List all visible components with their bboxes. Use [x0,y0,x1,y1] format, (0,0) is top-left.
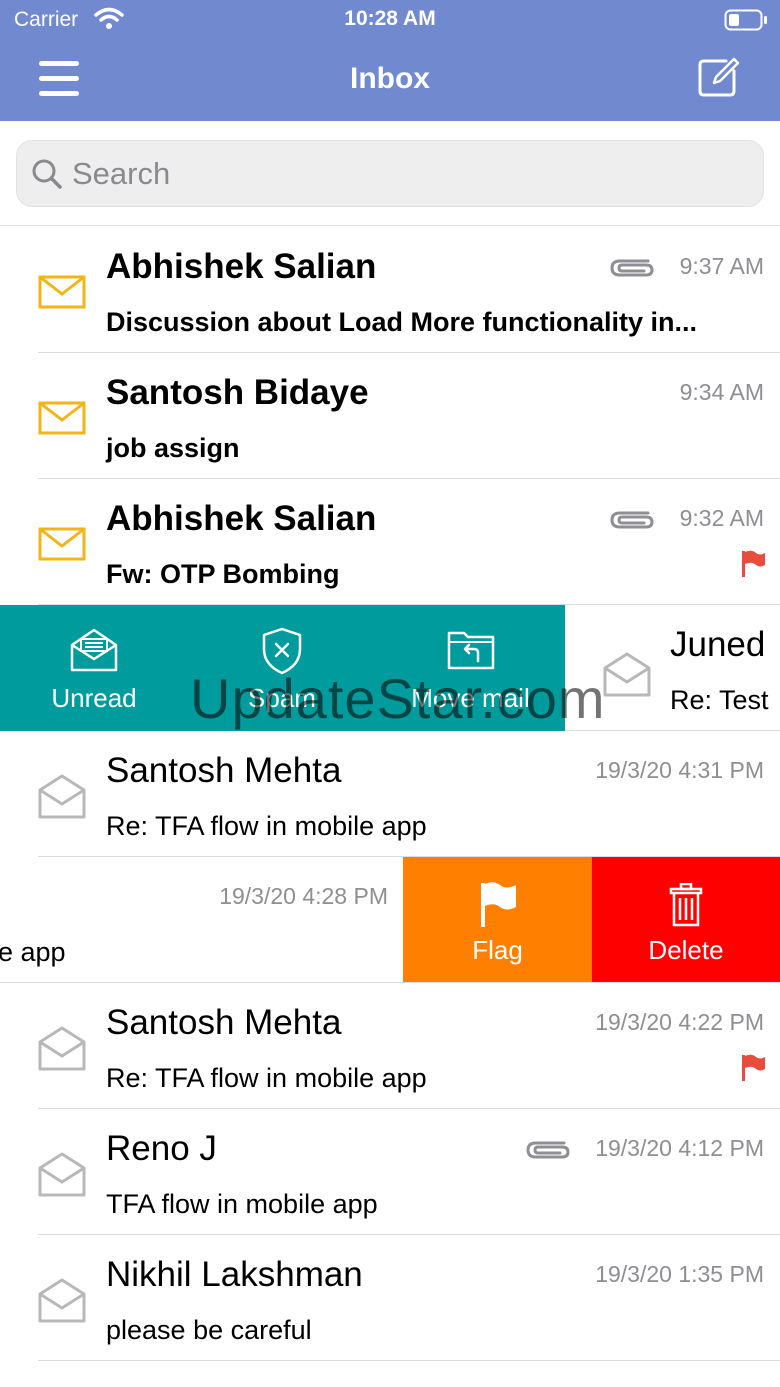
email-row[interactable]: Santosh Mehta Re: TFA flow in mobile app… [0,983,780,1109]
email-row[interactable]: Reno J TFA flow in mobile app 19/3/20 4:… [0,1109,780,1235]
search-input[interactable] [72,151,732,197]
email-subject: Re: TFA flow in mobile app [106,811,427,841]
email-subject: Re: TFA flow in mobile app [106,1063,427,1093]
email-time: 9:34 AM [679,379,764,405]
email-sender: Santosh Mehta [106,751,342,790]
email-time: 19/3/20 1:35 PM [595,1261,764,1287]
email-row[interactable]: Nikhil Lakshman please be careful 19/3/2… [0,1235,780,1361]
email-sender: Reno J [106,1129,217,1168]
unread-envelope-icon [38,401,86,435]
email-subject: job assign [106,433,240,463]
page-title: Inbox [350,62,430,95]
email-sender: Santosh Bidaye [106,373,369,412]
read-envelope-icon [603,652,651,697]
email-time: 9:32 AM [679,505,764,531]
email-subject: Fw: OTP Bombing [106,559,340,589]
email-sender: Abhishek Salian [106,499,377,538]
attachment-icon [610,259,654,277]
move-mail-label: Move mail [411,683,530,713]
read-envelope-icon [38,1152,86,1197]
attachment-icon [610,511,654,529]
read-envelope-icon [38,1026,86,1071]
swipe-actions-left: Unread Spam Move mail [0,605,565,731]
email-sender: Abhishek Salian [106,247,377,286]
folder-move-icon [447,631,494,670]
search-bar [0,121,780,226]
shield-icon [262,627,302,675]
trash-icon [669,883,703,927]
move-mail-button[interactable]: Move mail [376,605,565,731]
top-bar: Carrier 10:28 AM Inbox [0,0,780,121]
status-bar: Carrier 10:28 AM [0,0,780,40]
email-time: 19/3/20 4:12 PM [595,1135,764,1161]
flag-icon [742,550,765,577]
compose-icon[interactable] [696,55,740,99]
email-sender: Nikhil Lakshman [106,1255,363,1294]
email-row[interactable]: Unread Spam Move mail Juned Re: Test [0,605,780,731]
mark-unread-button[interactable]: Unread [0,605,188,731]
email-row[interactable]: Santosh Bidaye job assign 9:34 AM [0,353,780,479]
email-sender: Juned [670,625,766,664]
battery-icon [724,9,767,31]
email-time: 9:37 AM [679,253,764,279]
email-subject: Re: Test [670,685,769,715]
email-subject: TFA flow in mobile app [106,1189,378,1219]
email-sender: Santosh Mehta [106,1003,342,1042]
spam-label: Spam [248,683,316,713]
unread-envelope-icon [38,275,86,309]
email-row[interactable]: Abhishek Salian Fw: OTP Bombing 9:32 AM [0,479,780,605]
email-row[interactable]: e app 19/3/20 4:28 PM Flag Delete [0,857,780,983]
attachment-icon [526,1141,570,1159]
email-subject: e app [0,937,66,967]
flag-button[interactable]: Flag [403,857,592,983]
delete-button[interactable]: Delete [592,857,780,983]
email-time: 19/3/20 4:28 PM [219,883,388,909]
envelope-open-icon [70,628,118,672]
flag-label: Flag [472,935,523,965]
unread-label: Unread [51,683,137,713]
email-time: 19/3/20 4:31 PM [595,757,764,783]
email-row[interactable]: Abhishek Salian Discussion about Load Mo… [0,227,780,353]
read-envelope-icon [38,1278,86,1323]
read-envelope-icon [38,774,86,819]
status-time: 10:28 AM [344,7,436,30]
email-row[interactable]: Santosh Mehta Re: TFA flow in mobile app… [0,731,780,857]
unread-envelope-icon [38,527,86,561]
email-time: 19/3/20 4:22 PM [595,1009,764,1035]
row-divider [38,1360,780,1361]
email-subject: Discussion about Load More functionality… [106,307,698,337]
flag-icon [742,1054,765,1081]
delete-label: Delete [648,935,724,965]
search-icon [32,159,62,189]
spam-button[interactable]: Spam [188,605,376,731]
search-field[interactable] [16,140,764,207]
email-subject: please be careful [106,1315,312,1345]
flag-icon [480,882,516,927]
